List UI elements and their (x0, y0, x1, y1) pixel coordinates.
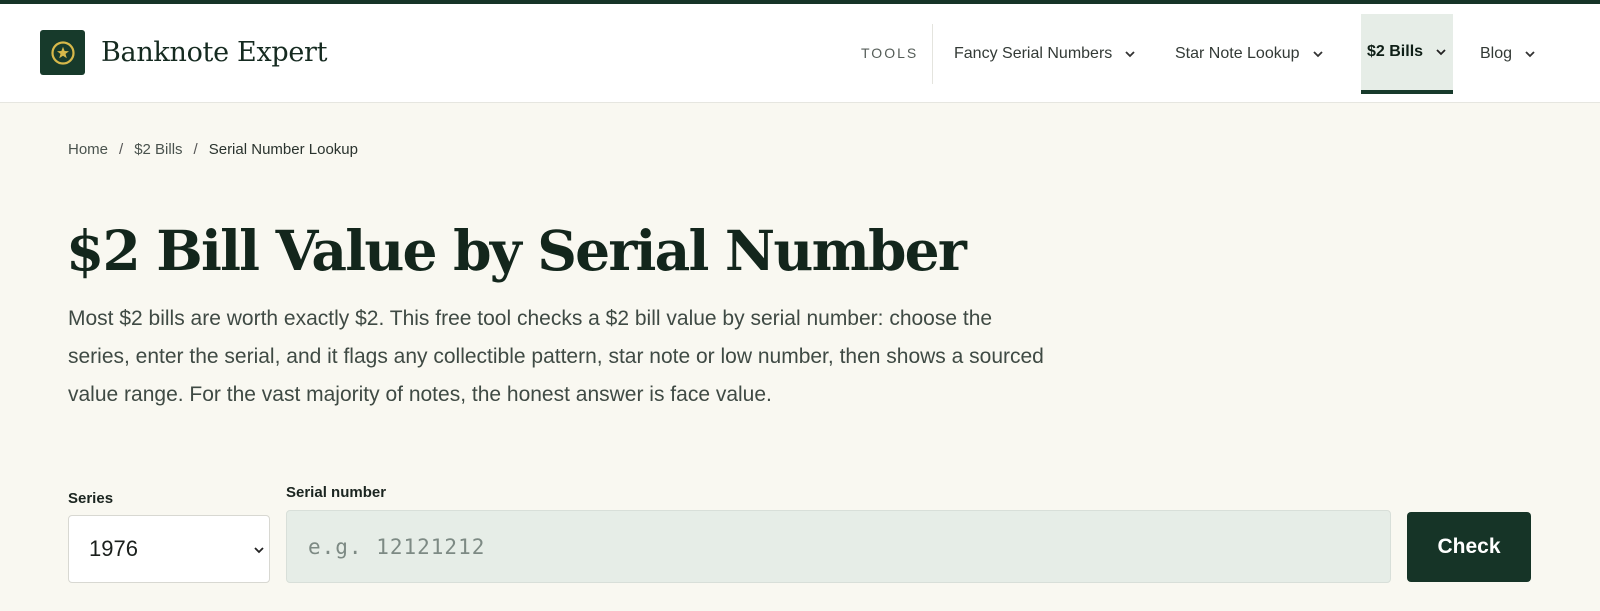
nav-item-fancy-serial-numbers[interactable]: Fancy Serial Numbers (954, 4, 1136, 103)
chevron-down-icon (1525, 50, 1535, 57)
logo[interactable] (40, 30, 85, 75)
chevron-down-icon (254, 547, 264, 554)
series-select[interactable]: 1976 (68, 515, 270, 583)
check-button[interactable]: Check (1407, 512, 1531, 582)
page-lede: Most $2 bills are worth exactly $2. This… (68, 307, 1044, 406)
nav-divider (932, 24, 933, 84)
brand-name[interactable]: Banknote Expert (101, 37, 328, 68)
breadcrumb-separator: / (193, 141, 198, 158)
serial-number-input[interactable] (286, 510, 1391, 583)
breadcrumb-separator: / (119, 141, 124, 158)
breadcrumb-2-dollar-bills[interactable]: $2 Bills (134, 141, 182, 158)
series-selected-value: 1976 (89, 536, 138, 561)
site-header: Banknote Expert TOOLS Fancy Serial Numbe… (0, 4, 1600, 103)
breadcrumb-home[interactable]: Home (68, 141, 108, 158)
nav-item-2-dollar-bills[interactable]: $2 Bills (1361, 14, 1454, 94)
nav-tools-label: TOOLS (861, 45, 919, 61)
star-coin-icon (50, 40, 75, 65)
breadcrumb-current: Serial Number Lookup (208, 141, 358, 158)
chevron-down-icon (1125, 50, 1135, 57)
chevron-down-icon (1436, 49, 1446, 56)
nav-item-blog[interactable]: Blog (1480, 4, 1536, 103)
serial-number-label: Serial number (286, 484, 387, 501)
nav-item-label: Star Note Lookup (1175, 44, 1300, 62)
nav-item-label: Blog (1480, 44, 1513, 62)
nav-item-label: $2 Bills (1367, 43, 1424, 60)
page-title: $2 Bill Value by Serial Number (66, 218, 967, 283)
series-label: Series (68, 490, 114, 507)
nav-item-label: Fancy Serial Numbers (954, 44, 1113, 62)
chevron-down-icon (1312, 50, 1323, 57)
breadcrumb: Home / $2 Bills / Serial Number Lookup (68, 141, 358, 158)
nav-item-star-note-lookup[interactable]: Star Note Lookup (1175, 4, 1324, 103)
